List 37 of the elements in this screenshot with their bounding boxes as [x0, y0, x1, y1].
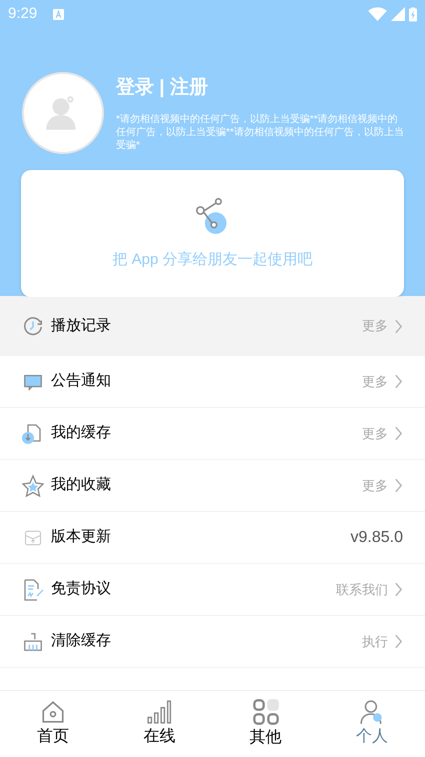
notice-text: *请勿相信视频中的任何广告，以防上当受骗**请勿相信视频中的任何广告，以防上当受骗**请勿相信视频中的任何广告，以防上当受骗*: [116, 112, 405, 152]
wifi-icon: [368, 7, 387, 21]
chevron-right-icon: [394, 426, 403, 441]
menu-action: 联系我们: [336, 580, 388, 599]
menu-label: 我的收藏: [51, 475, 112, 496]
nav-tab[interactable]: 在线: [106, 691, 212, 757]
chevron-right-icon: [394, 374, 403, 389]
version-text: v9.85.0: [350, 528, 403, 548]
menu-action: 执行: [362, 632, 388, 651]
share-text: 把 App 分享给朋友一起使用吧: [112, 250, 313, 270]
nav-tab[interactable]: 个人: [318, 691, 425, 757]
clock-icon: [22, 315, 44, 337]
menu-label: 公告通知: [51, 371, 112, 392]
menu-label: 清除缓存: [51, 631, 112, 652]
nav-tab[interactable]: 其他: [212, 691, 319, 757]
chevron-right-icon: [394, 582, 403, 597]
menu-label: 播放记录: [51, 316, 112, 336]
menu-action: 更多: [362, 372, 388, 391]
cell-signal-icon: [391, 7, 405, 21]
signal-bars-icon: [146, 699, 172, 725]
menu-action: 更多: [362, 424, 388, 443]
menu-label: 版本更新: [51, 527, 112, 548]
chevron-right-icon: [394, 634, 403, 649]
battery-icon: [409, 6, 417, 22]
menu-action: 更多: [362, 317, 388, 336]
home-icon: [40, 699, 66, 725]
chevron-right-icon: [394, 318, 403, 334]
grid-icon: [252, 698, 280, 726]
menu-label: 免责协议: [51, 579, 112, 600]
chevron-right-icon: [394, 478, 403, 493]
star-icon: [21, 474, 45, 498]
menu-label: 我的缓存: [51, 423, 112, 444]
status-time: 9:29: [8, 4, 38, 24]
nav-tab[interactable]: 首页: [0, 691, 106, 757]
notification-icon: [53, 8, 64, 20]
broom-icon: [22, 630, 44, 652]
menu-action: 更多: [362, 476, 388, 495]
